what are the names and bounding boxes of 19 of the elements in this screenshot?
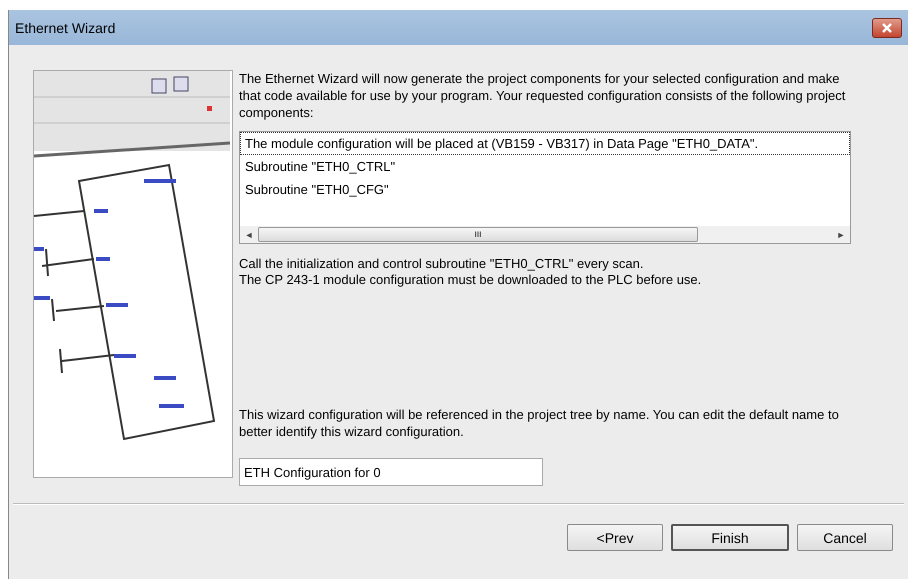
window-title: Ethernet Wizard bbox=[15, 20, 116, 36]
dialog-button[interactable]: Finish bbox=[671, 524, 789, 551]
configuration-name-field[interactable]: ETH Configuration for 0 bbox=[239, 458, 543, 486]
dialog-button[interactable]: Cancel bbox=[797, 524, 893, 551]
scroll-left-button[interactable]: ◄ bbox=[240, 230, 258, 240]
list-item[interactable]: Subroutine "ETH0_CFG" bbox=[240, 178, 850, 201]
name-hint-text: This wizard configuration will be referenced in the project tree by name. You can edit the default name to better identify this wizard configuration. bbox=[239, 406, 840, 440]
note-text: The CP 243-1 module configuration must be downloaded to the PLC before use. bbox=[239, 272, 702, 288]
list-item[interactable]: Subroutine "ETH0_CTRL" bbox=[240, 155, 850, 178]
components-list[interactable]: The module configuration will be placed at (VB159 - VB317) in Data Page "ETH0_DATA". Subroutine "ETH0_CTRL" Subroutine "ETH0_CFG" ◄ III ► bbox=[239, 131, 851, 244]
close-icon bbox=[881, 22, 893, 32]
dialog-button[interactable]: <Prev bbox=[567, 524, 663, 551]
close-button[interactable] bbox=[872, 18, 902, 38]
note-text: Call the initialization and control subroutine "ETH0_CTRL" every scan. bbox=[239, 256, 644, 272]
horizontal-scrollbar[interactable]: ◄ III ► bbox=[240, 226, 850, 243]
scroll-right-button[interactable]: ► bbox=[832, 230, 850, 240]
intro-text: The Ethernet Wizard will now generate the project components for your selected configuration and make that code available for use by your program. Your requested configuration consists of the following project components: bbox=[239, 70, 846, 121]
list-item[interactable]: The module configuration will be placed at (VB159 - VB317) in Data Page "ETH0_DATA". bbox=[240, 132, 850, 155]
scrollbar-thumb[interactable]: III bbox=[258, 227, 698, 242]
